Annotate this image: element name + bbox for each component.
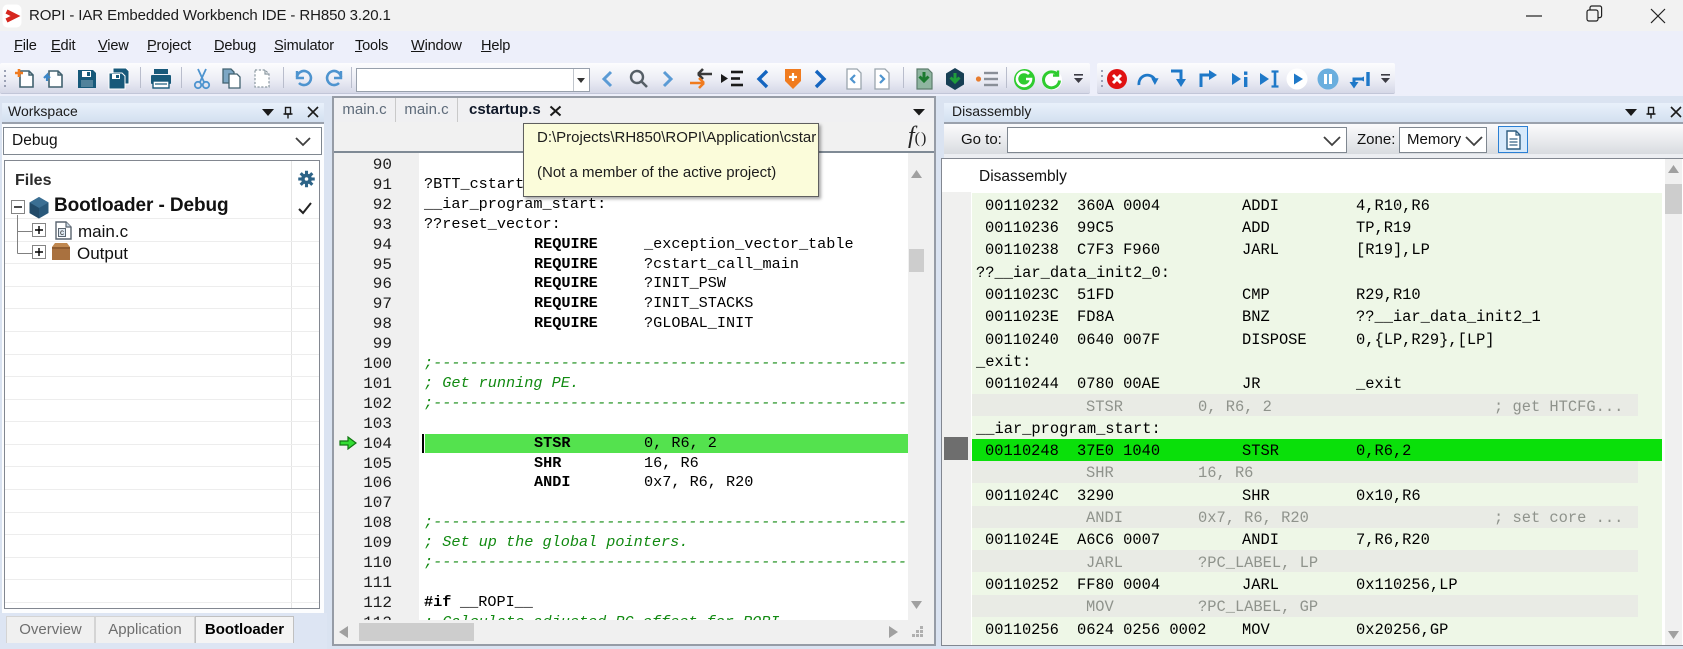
svg-text:c: c [60, 228, 64, 237]
